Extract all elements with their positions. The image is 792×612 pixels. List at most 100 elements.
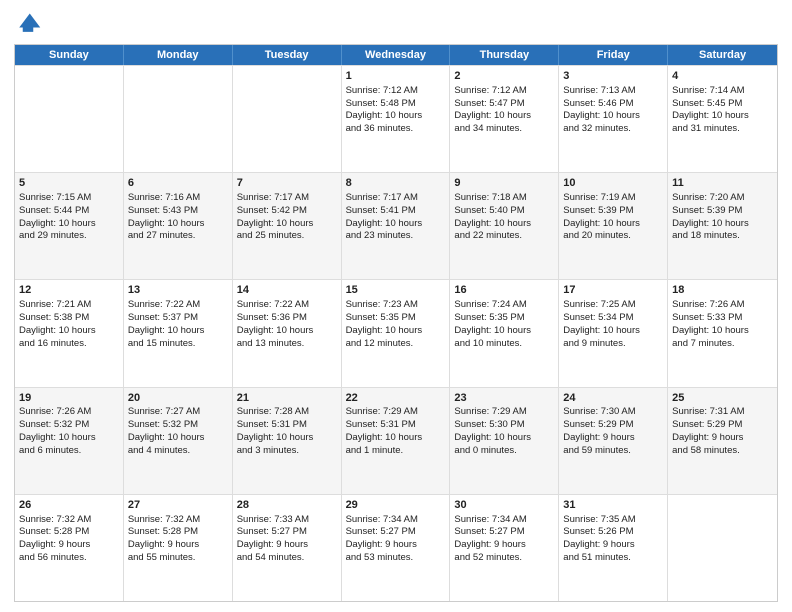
calendar-cell-2-2: 14Sunrise: 7:22 AMSunset: 5:36 PMDayligh…	[233, 280, 342, 386]
calendar-cell-4-4: 30Sunrise: 7:34 AMSunset: 5:27 PMDayligh…	[450, 495, 559, 601]
header-wednesday: Wednesday	[342, 45, 451, 65]
cell-line: Sunrise: 7:17 AM	[237, 192, 337, 205]
cell-line: and 6 minutes.	[19, 445, 119, 458]
day-number: 21	[237, 391, 337, 406]
cell-line: Sunrise: 7:27 AM	[128, 406, 228, 419]
calendar-row-0: 1Sunrise: 7:12 AMSunset: 5:48 PMDaylight…	[15, 65, 777, 172]
cell-line: and 3 minutes.	[237, 445, 337, 458]
cell-line: Sunset: 5:28 PM	[128, 526, 228, 539]
cell-line: Daylight: 9 hours	[128, 539, 228, 552]
calendar-row-1: 5Sunrise: 7:15 AMSunset: 5:44 PMDaylight…	[15, 172, 777, 279]
header	[14, 10, 778, 38]
cell-line: Daylight: 10 hours	[454, 325, 554, 338]
cell-line: Sunset: 5:33 PM	[672, 312, 773, 325]
calendar-cell-2-5: 17Sunrise: 7:25 AMSunset: 5:34 PMDayligh…	[559, 280, 668, 386]
cell-line: Sunrise: 7:22 AM	[128, 299, 228, 312]
cell-line: and 7 minutes.	[672, 338, 773, 351]
cell-line: Sunrise: 7:12 AM	[454, 85, 554, 98]
cell-line: Sunset: 5:31 PM	[346, 419, 446, 432]
cell-line: Sunrise: 7:19 AM	[563, 192, 663, 205]
cell-line: and 31 minutes.	[672, 123, 773, 136]
calendar-cell-1-1: 6Sunrise: 7:16 AMSunset: 5:43 PMDaylight…	[124, 173, 233, 279]
cell-line: Sunset: 5:42 PM	[237, 205, 337, 218]
cell-line: Sunrise: 7:32 AM	[128, 514, 228, 527]
calendar-cell-0-5: 3Sunrise: 7:13 AMSunset: 5:46 PMDaylight…	[559, 66, 668, 172]
cell-line: Sunrise: 7:15 AM	[19, 192, 119, 205]
cell-line: Sunrise: 7:22 AM	[237, 299, 337, 312]
cell-line: and 13 minutes.	[237, 338, 337, 351]
cell-line: Sunrise: 7:33 AM	[237, 514, 337, 527]
day-number: 31	[563, 498, 663, 513]
cell-line: Sunrise: 7:21 AM	[19, 299, 119, 312]
calendar-cell-2-1: 13Sunrise: 7:22 AMSunset: 5:37 PMDayligh…	[124, 280, 233, 386]
cell-line: Daylight: 10 hours	[128, 432, 228, 445]
cell-line: and 29 minutes.	[19, 230, 119, 243]
day-number: 9	[454, 176, 554, 191]
day-number: 15	[346, 283, 446, 298]
day-number: 26	[19, 498, 119, 513]
header-friday: Friday	[559, 45, 668, 65]
day-number: 4	[672, 69, 773, 84]
cell-line: and 18 minutes.	[672, 230, 773, 243]
cell-line: and 4 minutes.	[128, 445, 228, 458]
cell-line: Daylight: 10 hours	[237, 218, 337, 231]
cell-line: Sunset: 5:32 PM	[19, 419, 119, 432]
calendar-cell-2-0: 12Sunrise: 7:21 AMSunset: 5:38 PMDayligh…	[15, 280, 124, 386]
day-number: 17	[563, 283, 663, 298]
day-number: 28	[237, 498, 337, 513]
calendar-cell-0-2	[233, 66, 342, 172]
cell-line: Sunset: 5:46 PM	[563, 98, 663, 111]
calendar-cell-3-0: 19Sunrise: 7:26 AMSunset: 5:32 PMDayligh…	[15, 388, 124, 494]
day-number: 11	[672, 176, 773, 191]
day-number: 29	[346, 498, 446, 513]
day-number: 14	[237, 283, 337, 298]
day-number: 20	[128, 391, 228, 406]
cell-line: Sunset: 5:35 PM	[454, 312, 554, 325]
calendar-cell-1-2: 7Sunrise: 7:17 AMSunset: 5:42 PMDaylight…	[233, 173, 342, 279]
cell-line: and 20 minutes.	[563, 230, 663, 243]
calendar-cell-2-6: 18Sunrise: 7:26 AMSunset: 5:33 PMDayligh…	[668, 280, 777, 386]
cell-line: Sunset: 5:41 PM	[346, 205, 446, 218]
cell-line: Sunrise: 7:16 AM	[128, 192, 228, 205]
calendar-cell-0-6: 4Sunrise: 7:14 AMSunset: 5:45 PMDaylight…	[668, 66, 777, 172]
cell-line: and 56 minutes.	[19, 552, 119, 565]
cell-line: and 23 minutes.	[346, 230, 446, 243]
calendar-cell-4-1: 27Sunrise: 7:32 AMSunset: 5:28 PMDayligh…	[124, 495, 233, 601]
calendar-cell-1-4: 9Sunrise: 7:18 AMSunset: 5:40 PMDaylight…	[450, 173, 559, 279]
header-thursday: Thursday	[450, 45, 559, 65]
cell-line: Daylight: 9 hours	[346, 539, 446, 552]
cell-line: Sunrise: 7:13 AM	[563, 85, 663, 98]
cell-line: Daylight: 10 hours	[19, 325, 119, 338]
cell-line: Sunset: 5:27 PM	[237, 526, 337, 539]
calendar-cell-4-6	[668, 495, 777, 601]
cell-line: Daylight: 10 hours	[346, 218, 446, 231]
cell-line: and 10 minutes.	[454, 338, 554, 351]
cell-line: Sunset: 5:36 PM	[237, 312, 337, 325]
calendar: Sunday Monday Tuesday Wednesday Thursday…	[14, 44, 778, 602]
cell-line: Daylight: 9 hours	[454, 539, 554, 552]
day-number: 2	[454, 69, 554, 84]
cell-line: and 9 minutes.	[563, 338, 663, 351]
cell-line: Sunrise: 7:29 AM	[454, 406, 554, 419]
cell-line: Sunset: 5:31 PM	[237, 419, 337, 432]
cell-line: and 58 minutes.	[672, 445, 773, 458]
cell-line: Sunrise: 7:14 AM	[672, 85, 773, 98]
cell-line: Sunset: 5:35 PM	[346, 312, 446, 325]
cell-line: Sunset: 5:28 PM	[19, 526, 119, 539]
cell-line: Sunrise: 7:26 AM	[672, 299, 773, 312]
calendar-cell-3-5: 24Sunrise: 7:30 AMSunset: 5:29 PMDayligh…	[559, 388, 668, 494]
calendar-cell-4-3: 29Sunrise: 7:34 AMSunset: 5:27 PMDayligh…	[342, 495, 451, 601]
cell-line: Sunset: 5:29 PM	[672, 419, 773, 432]
cell-line: Sunset: 5:39 PM	[672, 205, 773, 218]
calendar-cell-4-5: 31Sunrise: 7:35 AMSunset: 5:26 PMDayligh…	[559, 495, 668, 601]
cell-line: and 12 minutes.	[346, 338, 446, 351]
day-number: 27	[128, 498, 228, 513]
cell-line: Sunset: 5:26 PM	[563, 526, 663, 539]
logo	[14, 10, 44, 38]
cell-line: Sunset: 5:39 PM	[563, 205, 663, 218]
cell-line: Sunset: 5:45 PM	[672, 98, 773, 111]
day-number: 5	[19, 176, 119, 191]
cell-line: Sunrise: 7:24 AM	[454, 299, 554, 312]
calendar-cell-4-0: 26Sunrise: 7:32 AMSunset: 5:28 PMDayligh…	[15, 495, 124, 601]
cell-line: Sunrise: 7:26 AM	[19, 406, 119, 419]
